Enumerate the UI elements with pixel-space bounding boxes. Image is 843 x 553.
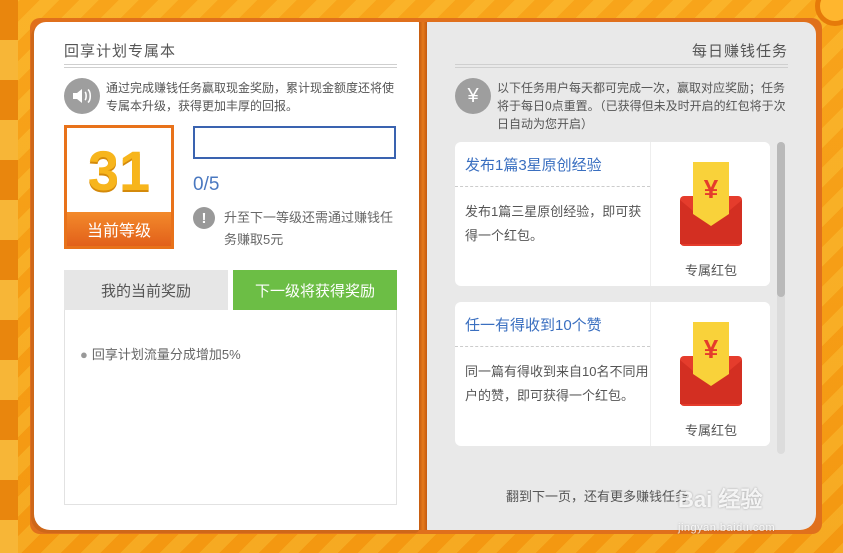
task-reward: ¥ 专属红包 xyxy=(650,142,770,286)
task-description: 发布1篇三星原创经验，即可获得一个红包。 xyxy=(465,204,642,243)
task-title[interactable]: 任一有得收到10个赞 xyxy=(465,314,602,335)
tab-next-rewards[interactable]: 下一级将获得奖励 xyxy=(233,270,397,310)
baidu-jingyan-watermark: Bai 经验 jingyan.baidu.com xyxy=(678,487,776,534)
task-title[interactable]: 发布1篇3星原创经验 xyxy=(465,154,602,175)
level-box: 31 当前等级 xyxy=(64,125,174,249)
scrollbar-thumb[interactable] xyxy=(777,142,785,297)
book-spine xyxy=(419,22,427,530)
left-decoration xyxy=(0,0,18,553)
red-envelope-icon: ¥ xyxy=(680,162,742,246)
title-rule xyxy=(455,64,788,65)
title-rule xyxy=(64,67,397,68)
level-label: 当前等级 xyxy=(67,212,171,246)
reward-panel xyxy=(64,310,397,505)
left-page-title: 回享计划专属本 xyxy=(64,43,177,60)
task-reward: ¥ 专属红包 xyxy=(650,302,770,446)
task-description: 同一篇有得收到来自10名不同用户的赞，即可获得一个红包。 xyxy=(465,364,649,403)
reward-label: 专属红包 xyxy=(684,423,737,438)
bullet-icon: ● xyxy=(80,347,88,362)
yuan-icon: ¥ xyxy=(455,78,491,114)
right-intro-text: 以下任务用户每天都可完成一次，赢取对应奖励；任务将于每日0点重置。（已获得但未及… xyxy=(497,81,786,131)
red-envelope-icon: ¥ xyxy=(680,322,742,406)
reward-label: 专属红包 xyxy=(684,263,737,278)
reward-list-item: ● 回享计划流量分成增加5% xyxy=(80,347,241,362)
svg-text:¥: ¥ xyxy=(704,174,719,204)
progress-text: 0/5 xyxy=(193,174,220,195)
title-rule xyxy=(455,67,788,68)
right-page-title: 每日赚钱任务 xyxy=(692,43,789,60)
title-rule xyxy=(64,64,397,65)
speaker-icon xyxy=(64,78,100,114)
task-card[interactable]: 任一有得收到10个赞 同一篇有得收到来自10名不同用户的赞，即可获得一个红包。 … xyxy=(455,302,770,446)
progress-bar xyxy=(193,126,396,159)
next-page-note: 翻到下一页，还有更多赚钱任务 xyxy=(506,489,689,504)
task-card[interactable]: 发布1篇3星原创经验 发布1篇三星原创经验，即可获得一个红包。 ¥ 专属红包 xyxy=(455,142,770,286)
task-divider xyxy=(455,346,650,347)
tab-current-rewards[interactable]: 我的当前奖励 xyxy=(64,270,228,310)
exclamation-icon: ! xyxy=(193,207,215,229)
task-divider xyxy=(455,186,650,187)
task-list[interactable]: 发布1篇3星原创经验 发布1篇三星原创经验，即可获得一个红包。 ¥ 专属红包 任… xyxy=(455,142,787,454)
upgrade-tip: 升至下一等级还需通过赚钱任务赚取5元 xyxy=(224,210,394,247)
svg-text:¥: ¥ xyxy=(704,334,719,364)
left-intro-text: 通过完成赚钱任务赢取现金奖励，累计现金额度还将使专属本升级，获得更加丰厚的回报。 xyxy=(106,81,395,113)
level-number: 31 xyxy=(87,139,151,202)
